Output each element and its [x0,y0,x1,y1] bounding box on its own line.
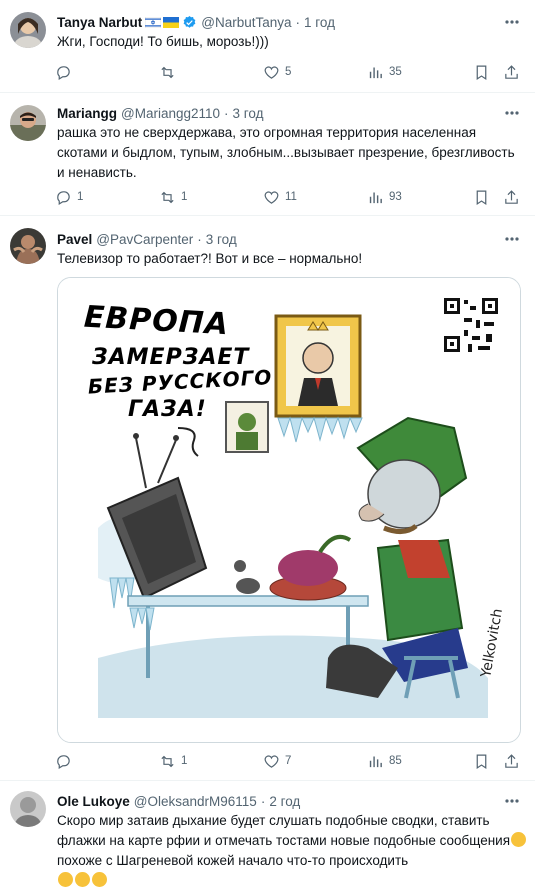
like-button[interactable]: 7 [263,751,291,771]
like-button[interactable]: 5 [263,62,291,82]
author-handle[interactable]: @Mariangg2110 [121,106,220,121]
avatar[interactable] [10,105,46,141]
tweet-text: Скоро мир затаив дыхание будет слушать п… [57,811,527,891]
share-icon [505,753,518,768]
repost-button[interactable]: 1 [159,187,187,207]
bookmark-button[interactable] [473,751,490,771]
tweet-text: рашка это не сверхдержава, это огромная … [57,125,515,180]
qr-code [442,296,500,354]
view-count: 35 [389,66,402,78]
reply-button[interactable] [55,751,77,771]
views-icon [369,756,382,767]
israel-flag-icon [145,16,162,28]
reply-button[interactable] [55,62,77,82]
action-bar: 1 1 11 93 [55,187,525,207]
share-icon [505,189,518,204]
author-name[interactable]: Ole Lukoye [57,794,130,809]
tweet-1[interactable]: Tanya Narbut @NarbutTanya · 1 год Жги, Г… [0,0,535,92]
bookmark-button[interactable] [473,62,490,82]
ukraine-flag-icon [163,16,180,28]
action-bar: 5 35 [55,62,525,82]
reply-button[interactable]: 1 [55,187,83,207]
action-bar: 1 7 85 [55,751,525,771]
like-count: 11 [285,191,297,203]
tweet-header: Mariangg @Mariangg2110 · 3 год [57,105,264,121]
cartoon-line-2: ЗАМЕРЗАЕТ [91,345,250,370]
repost-count: 1 [181,755,188,767]
repost-count: 1 [181,191,188,203]
bookmark-button[interactable] [473,187,490,207]
tweet-text: Жги, Господи! То бишь, морозь!))) [57,34,269,49]
clap-emoji-icon [58,872,73,887]
like-icon [264,755,279,768]
like-count: 7 [285,755,292,767]
share-button[interactable] [503,751,520,771]
bookmark-icon [476,190,487,205]
share-icon [505,64,518,79]
views-button[interactable]: 93 [367,187,402,207]
views-button[interactable]: 85 [367,751,402,771]
like-button[interactable]: 11 [263,187,297,207]
views-button[interactable]: 35 [367,62,402,82]
author-name[interactable]: Mariangg [57,106,117,121]
reply-icon [57,65,70,80]
repost-icon [161,191,174,203]
more-icon[interactable] [503,231,521,247]
share-button[interactable] [503,62,520,82]
repost-icon [161,755,174,767]
more-icon[interactable] [503,793,521,809]
laugh-emoji-icon [75,872,90,887]
like-icon [264,191,279,204]
tweet-4[interactable]: Ole Lukoye @OleksandrM96115 · 2 год Скор… [0,781,535,887]
author-handle[interactable]: @PavCarpenter [96,232,193,247]
author-name[interactable]: Pavel [57,232,92,247]
avatar[interactable] [10,228,46,264]
share-button[interactable] [503,187,520,207]
timestamp[interactable]: 1 год [304,15,335,30]
tweet-header: Ole Lukoye @OleksandrM96115 · 2 год [57,793,301,809]
repost-button[interactable] [159,62,181,82]
tweet-2[interactable]: Mariangg @Mariangg2110 · 3 год рашка это… [0,93,535,215]
like-count: 5 [285,66,292,78]
tweet-header: Pavel @PavCarpenter · 3 год [57,231,237,247]
view-count: 85 [389,755,402,767]
author-name[interactable]: Tanya Narbut [57,15,142,30]
cartoon-line-4: ГАЗА! [128,397,207,422]
reply-icon [57,190,70,205]
author-handle[interactable]: @OleksandrM96115 [134,794,257,809]
more-icon[interactable] [503,14,521,30]
like-icon [264,66,279,79]
bookmark-icon [476,754,487,769]
view-count: 93 [389,191,402,203]
timestamp[interactable]: 3 год [233,106,264,121]
views-icon [369,192,382,203]
avatar[interactable] [10,791,46,827]
cartoon-illustration: ЕВРОПА ЗАМЕРЗАЕТ БЕЗ РУССКОГО ГАЗА! Yelk… [58,278,520,742]
reply-icon [57,754,70,769]
reply-count: 1 [77,191,84,203]
smirk-emoji-icon [511,832,527,847]
more-icon[interactable] [503,105,521,121]
tweet-header: Tanya Narbut @NarbutTanya · 1 год [57,14,335,30]
avatar[interactable] [10,12,46,48]
tweet-text: Телевизор то работает?! Вот и все – норм… [57,251,363,266]
repost-icon [161,66,174,78]
views-icon [369,67,382,78]
timestamp[interactable]: 2 год [269,794,300,809]
tweet-image[interactable]: ЕВРОПА ЗАМЕРЗАЕТ БЕЗ РУССКОГО ГАЗА! Yelk… [57,277,521,743]
repost-button[interactable]: 1 [159,751,187,771]
laugh-tears-emoji-icon [92,872,107,887]
name-flags [145,16,180,28]
timestamp[interactable]: 3 год [206,232,237,247]
verified-icon [183,15,196,28]
bookmark-icon [476,65,487,80]
author-handle[interactable]: @NarbutTanya [201,15,291,30]
